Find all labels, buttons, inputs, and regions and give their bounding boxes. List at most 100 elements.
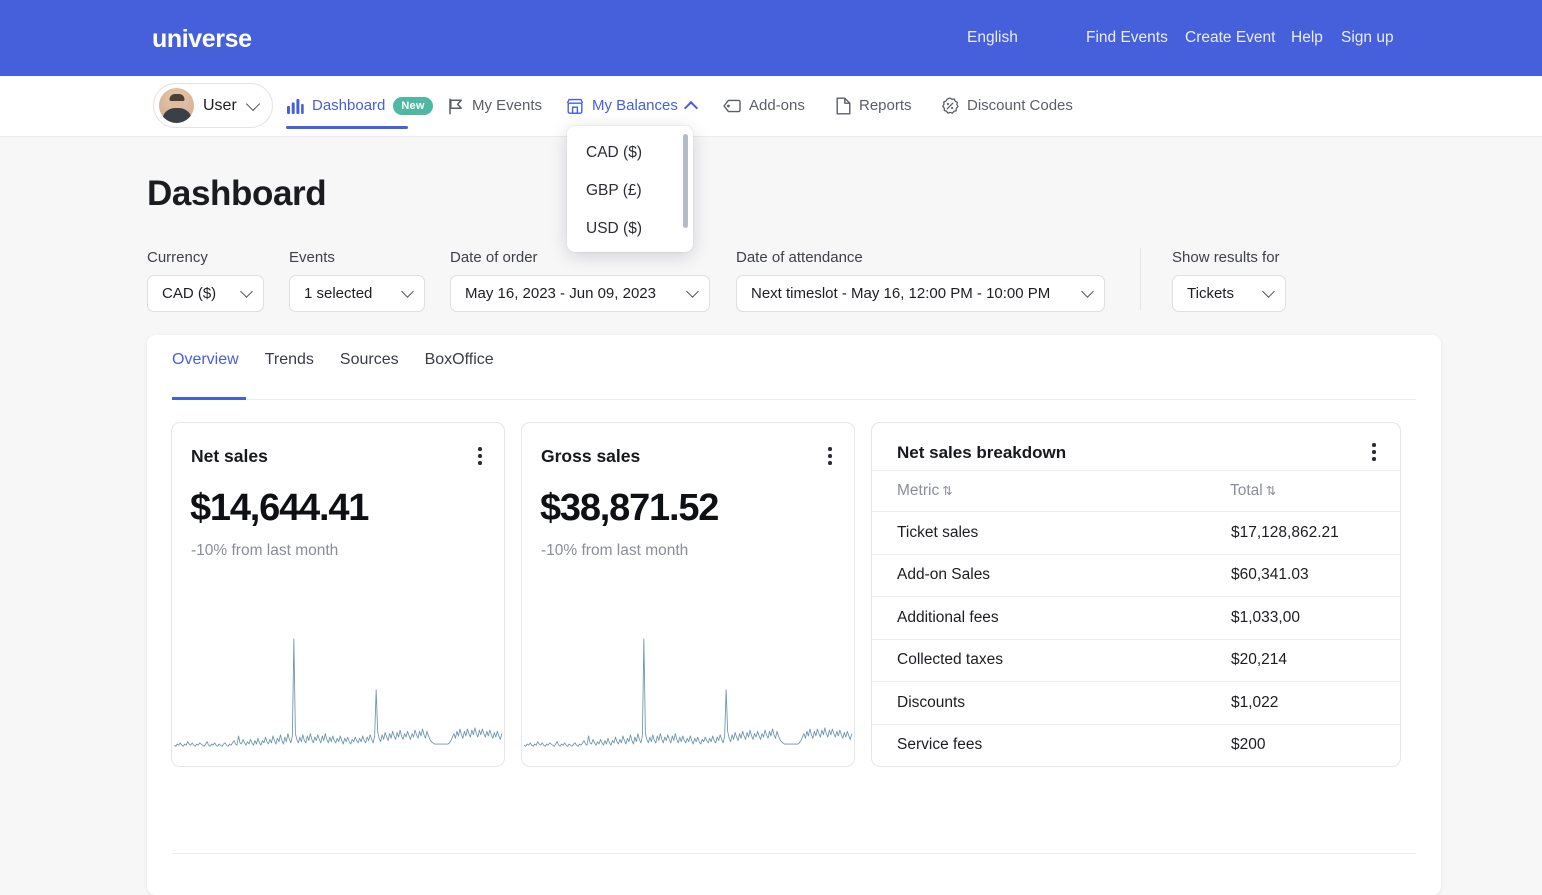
filter-date-of-attendance-value: Next timeslot - May 16, 12:00 PM - 10:00…	[751, 285, 1051, 302]
chevron-down-icon	[1081, 285, 1094, 298]
filter-divider	[1140, 248, 1141, 310]
filter-currency-value: CAD ($)	[162, 285, 217, 302]
table-row[interactable]: Additional fees $1,033,00	[872, 597, 1400, 640]
metric-card-net-sales-subtext: -10% from last month	[191, 542, 339, 559]
bar-chart-icon	[287, 98, 304, 114]
avatar	[159, 88, 194, 123]
nav-item-dashboard-label: Dashboard	[312, 97, 386, 114]
flag-icon	[448, 97, 464, 115]
filter-show-results-for[interactable]: Tickets	[1172, 275, 1286, 312]
filter-events-value: 1 selected	[304, 285, 373, 302]
metric-card-gross-sales-value: $38,871.52	[540, 487, 719, 529]
sort-icon: ⇅	[942, 484, 953, 498]
nav-item-discount-codes[interactable]: Discount Codes	[941, 96, 1073, 116]
row-metric: Add-on Sales	[897, 566, 991, 584]
sort-icon: ⇅	[1265, 484, 1277, 498]
metric-card-net-sales: Net sales $14,644.41 -10% from last mont…	[171, 422, 505, 767]
nav-item-reports-label: Reports	[859, 97, 912, 114]
metric-card-gross-sales-subtext: -10% from last month	[541, 542, 689, 559]
chevron-up-icon	[683, 100, 698, 116]
help-link[interactable]: Help	[1291, 28, 1323, 48]
metric-card-gross-sales-title: Gross sales	[541, 446, 641, 466]
tag-icon	[723, 99, 741, 113]
row-metric: Additional fees	[897, 608, 999, 626]
gross-sales-sparkline	[522, 632, 854, 752]
table-row[interactable]: Add-on Sales $60,341.03	[872, 555, 1400, 597]
store-icon	[566, 98, 584, 115]
user-menu-button[interactable]: User	[153, 83, 273, 128]
breakdown-table-header: Metric ⇅ Total ⇅	[872, 470, 1400, 512]
document-icon	[836, 97, 851, 115]
column-header-total[interactable]: Total ⇅	[1230, 481, 1277, 501]
nav-item-add-ons-label: Add-ons	[749, 97, 805, 114]
metric-card-gross-sales: Gross sales $38,871.52 -10% from last mo…	[521, 422, 855, 767]
column-header-metric[interactable]: Metric ⇅	[897, 481, 953, 501]
sign-up-link[interactable]: Sign up	[1341, 28, 1394, 48]
tab-sources[interactable]: Sources	[340, 350, 399, 383]
nav-active-underline	[286, 126, 408, 129]
chevron-down-icon	[686, 285, 699, 298]
metric-card-net-sales-menu-button[interactable]	[470, 444, 490, 468]
net-sales-breakdown-title: Net sales breakdown	[897, 443, 1067, 462]
nav-item-reports[interactable]: Reports	[836, 96, 912, 116]
universe-logo[interactable]: universe	[152, 25, 252, 53]
filter-currency[interactable]: CAD ($)	[147, 275, 264, 312]
tab-bar-divider	[172, 399, 1416, 400]
row-metric: Ticket sales	[897, 523, 979, 541]
page-title: Dashboard	[147, 174, 327, 213]
my-balances-dropdown-menu: CAD ($) GBP (£) USD ($)	[567, 126, 693, 252]
nav-item-my-balances[interactable]: My Balances	[566, 96, 698, 116]
filter-show-results-for-value: Tickets	[1187, 285, 1234, 302]
filter-label-date-of-order: Date of order	[450, 249, 538, 266]
metric-card-net-sales-title: Net sales	[191, 446, 268, 466]
chevron-down-icon	[240, 285, 253, 298]
nav-item-add-ons[interactable]: Add-ons	[723, 96, 805, 116]
filter-label-events: Events	[289, 249, 335, 266]
row-total: $1,022	[1231, 693, 1279, 711]
nav-item-my-events[interactable]: My Events	[448, 96, 542, 116]
section-bottom-divider	[172, 853, 1416, 854]
filter-date-of-order[interactable]: May 16, 2023 - Jun 09, 2023	[450, 275, 710, 312]
table-row[interactable]: Service fees $200	[872, 725, 1400, 767]
row-total: $1,033,00	[1231, 608, 1300, 626]
tab-active-underline	[172, 397, 246, 400]
row-metric: Discounts	[897, 693, 966, 711]
row-metric: Service fees	[897, 736, 983, 754]
new-badge: New	[393, 97, 433, 115]
nav-item-my-events-label: My Events	[472, 97, 543, 114]
row-total: $20,214	[1231, 651, 1288, 669]
nav-item-discount-codes-label: Discount Codes	[967, 97, 1073, 114]
filter-date-of-attendance[interactable]: Next timeslot - May 16, 12:00 PM - 10:00…	[736, 275, 1105, 312]
dropdown-scrollbar[interactable]	[683, 134, 688, 228]
nav-item-dashboard[interactable]: Dashboard New	[287, 96, 433, 116]
table-row[interactable]: Discounts $1,022	[872, 682, 1400, 725]
net-sales-breakdown-card: Net sales breakdown Metric ⇅ Total ⇅ Ticke…	[871, 422, 1401, 767]
tab-overview[interactable]: Overview	[172, 350, 239, 383]
chevron-down-icon	[401, 285, 414, 298]
row-total: $200	[1231, 736, 1266, 754]
row-total: $17,128,862.21	[1231, 523, 1339, 541]
net-sales-sparkline	[172, 632, 504, 752]
net-sales-breakdown-menu-button[interactable]	[1364, 440, 1384, 464]
chevron-down-icon	[1262, 285, 1275, 298]
tab-bar: Overview Trends Sources BoxOffice	[172, 350, 494, 383]
filter-events[interactable]: 1 selected	[289, 275, 425, 312]
chevron-down-icon	[245, 96, 260, 111]
tab-trends[interactable]: Trends	[265, 350, 314, 383]
metric-card-gross-sales-menu-button[interactable]	[820, 444, 840, 468]
row-metric: Collected taxes	[897, 651, 1003, 669]
tab-boxoffice[interactable]: BoxOffice	[425, 350, 494, 383]
filter-date-of-order-value: May 16, 2023 - Jun 09, 2023	[465, 285, 656, 302]
menu-item-gbp[interactable]: GBP (£)	[567, 172, 693, 210]
nav-item-my-balances-label: My Balances	[592, 97, 678, 114]
language-selector[interactable]: English	[967, 28, 1018, 48]
percent-badge-icon	[941, 97, 959, 115]
menu-item-cad[interactable]: CAD ($)	[567, 134, 693, 172]
filter-label-currency: Currency	[147, 249, 208, 266]
table-row[interactable]: Collected taxes $20,214	[872, 640, 1400, 682]
menu-item-usd[interactable]: USD ($)	[567, 210, 693, 248]
create-event-link[interactable]: Create Event	[1185, 28, 1275, 48]
find-events-link[interactable]: Find Events	[1086, 28, 1168, 48]
page-body: Dashboard Currency CAD ($) Events 1 sele…	[0, 137, 1542, 895]
table-row[interactable]: Ticket sales $17,128,862.21	[872, 512, 1400, 555]
